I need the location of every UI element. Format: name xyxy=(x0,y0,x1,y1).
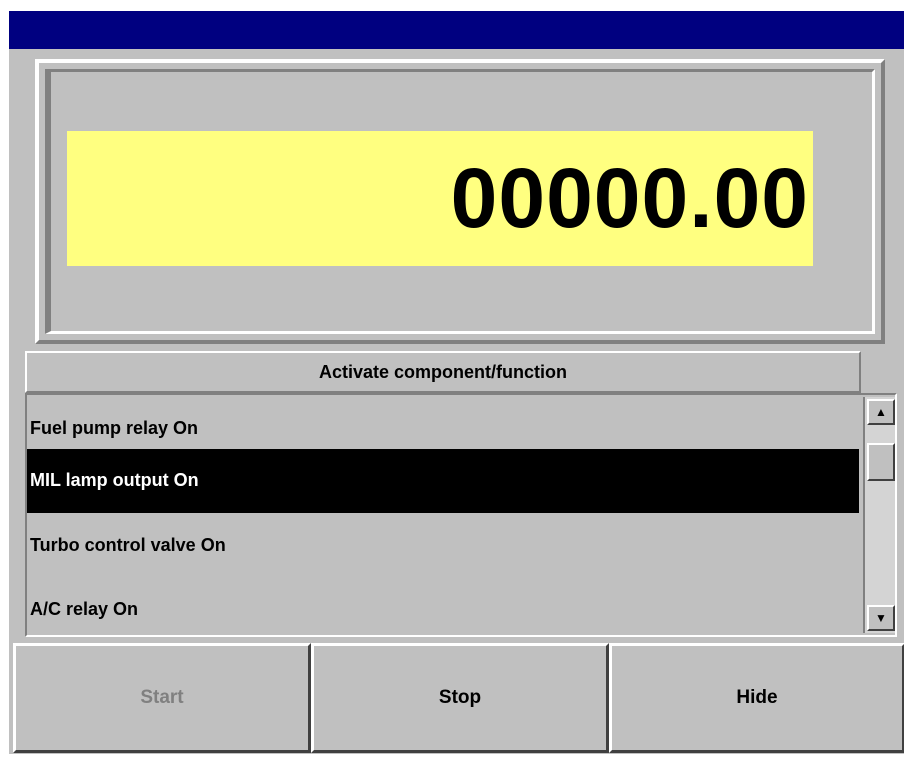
list-item-selected[interactable]: MIL lamp output On xyxy=(27,449,859,513)
vertical-scrollbar[interactable]: ▲ ▼ xyxy=(863,397,895,633)
start-button[interactable]: Start xyxy=(13,643,311,753)
scroll-down-arrow-icon[interactable]: ▼ xyxy=(867,605,895,631)
stop-button[interactable]: Stop xyxy=(311,643,609,753)
scrollbar-thumb[interactable] xyxy=(867,443,895,481)
list-items: Fuel pump relay On MIL lamp output On Tu… xyxy=(27,395,859,635)
scroll-up-arrow-icon[interactable]: ▲ xyxy=(867,399,895,425)
component-list[interactable]: Fuel pump relay On MIL lamp output On Tu… xyxy=(25,393,897,637)
list-item[interactable]: Fuel pump relay On xyxy=(27,395,859,449)
readout-frame: 00000.00 xyxy=(35,59,885,344)
list-item[interactable]: A/C relay On xyxy=(27,577,859,635)
value-readout: 00000.00 xyxy=(67,131,813,266)
hide-button[interactable]: Hide xyxy=(609,643,904,753)
list-header: Activate component/function xyxy=(25,351,861,393)
list-item[interactable]: Turbo control valve On xyxy=(27,513,859,577)
title-bar[interactable] xyxy=(9,11,904,49)
activation-window: 00000.00 Activate component/function Fue… xyxy=(8,10,904,754)
